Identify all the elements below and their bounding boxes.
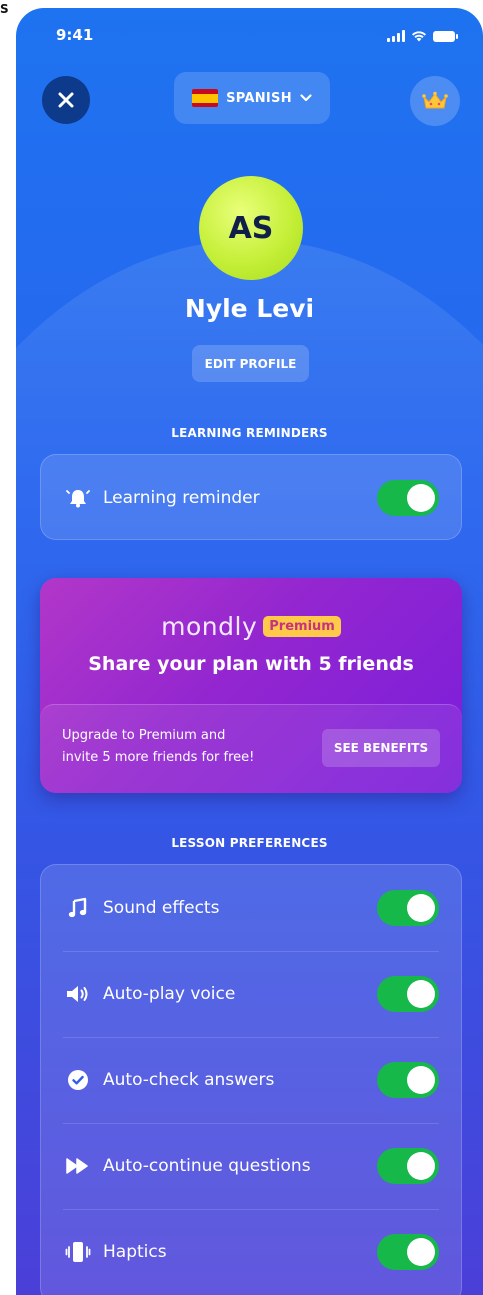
speaker-icon xyxy=(65,981,91,1007)
setting-row-learning-reminder[interactable]: Learning reminder xyxy=(41,455,461,541)
wifi-icon xyxy=(412,31,426,42)
cellular-signal-icon xyxy=(387,30,405,42)
chevron-down-icon xyxy=(300,94,312,102)
close-icon xyxy=(58,92,74,108)
setting-label: Auto-play voice xyxy=(103,984,236,1004)
setting-row-sound-effects[interactable]: Sound effects xyxy=(41,865,461,951)
promo-bottom-panel: Upgrade to Premium and invite 5 more fri… xyxy=(40,704,462,793)
setting-row-haptics[interactable]: Haptics xyxy=(41,1209,461,1295)
sound-effects-toggle[interactable] xyxy=(377,890,439,926)
setting-label: Haptics xyxy=(103,1242,167,1262)
music-note-icon xyxy=(65,895,91,921)
setting-label: Sound effects xyxy=(103,898,220,918)
user-name: Nyle Levi xyxy=(184,294,315,323)
promo-text-line-1: Upgrade to Premium and xyxy=(62,728,226,743)
auto-continue-questions-toggle[interactable] xyxy=(377,1148,439,1184)
lesson-preferences-card: Sound effects Auto-play voice Auto-check… xyxy=(40,864,462,1295)
promo-title: Share your plan with 5 friends xyxy=(88,653,414,675)
setting-row-auto-check-answers[interactable]: Auto-check answers xyxy=(41,1037,461,1123)
phone-vibrate-icon xyxy=(65,1239,91,1265)
premium-crown-button[interactable] xyxy=(410,76,460,126)
setting-label: Learning reminder xyxy=(103,488,260,508)
phone-screen: 9:41 SPANISH AS Nyle Levi EDIT PROFILE L… xyxy=(16,8,483,1295)
spain-flag-icon xyxy=(192,89,219,107)
promo-description: Upgrade to Premium and invite 5 more fri… xyxy=(62,725,292,769)
corner-mark: S xyxy=(0,2,9,16)
status-bar: 9:41 xyxy=(16,26,483,50)
haptics-toggle[interactable] xyxy=(377,1234,439,1270)
setting-row-auto-continue-questions[interactable]: Auto-continue questions xyxy=(41,1123,461,1209)
battery-icon xyxy=(433,30,458,42)
promo-text-line-2: invite 5 more friends for free! xyxy=(62,750,255,765)
fast-forward-icon xyxy=(65,1153,91,1179)
mondly-logo: mondly xyxy=(161,612,258,641)
language-label: SPANISH xyxy=(226,90,292,106)
status-icons xyxy=(387,30,458,42)
setting-label: Auto-check answers xyxy=(103,1070,275,1090)
setting-label: Auto-continue questions xyxy=(103,1156,311,1176)
premium-badge: Premium xyxy=(263,616,341,637)
bell-icon xyxy=(65,485,91,511)
learning-reminder-toggle[interactable] xyxy=(377,480,439,516)
lesson-preferences-title: LESSON PREFERENCES xyxy=(171,836,328,850)
premium-promo-card: mondly Premium Share your plan with 5 fr… xyxy=(40,578,462,793)
check-circle-icon xyxy=(65,1067,91,1093)
auto-play-voice-toggle[interactable] xyxy=(377,976,439,1012)
learning-reminders-title: LEARNING REMINDERS xyxy=(171,426,328,440)
avatar[interactable]: AS xyxy=(199,176,303,280)
setting-row-auto-play-voice[interactable]: Auto-play voice xyxy=(41,951,461,1037)
language-selector[interactable]: SPANISH xyxy=(174,72,330,124)
close-button[interactable] xyxy=(42,76,90,124)
crown-icon xyxy=(422,91,448,109)
edit-profile-button[interactable]: EDIT PROFILE xyxy=(192,345,309,382)
see-benefits-button[interactable]: SEE BENEFITS xyxy=(322,729,440,767)
promo-logo-row: mondly Premium xyxy=(40,612,462,641)
learning-reminders-card: Learning reminder xyxy=(40,454,462,540)
status-time: 9:41 xyxy=(56,26,94,44)
auto-check-answers-toggle[interactable] xyxy=(377,1062,439,1098)
